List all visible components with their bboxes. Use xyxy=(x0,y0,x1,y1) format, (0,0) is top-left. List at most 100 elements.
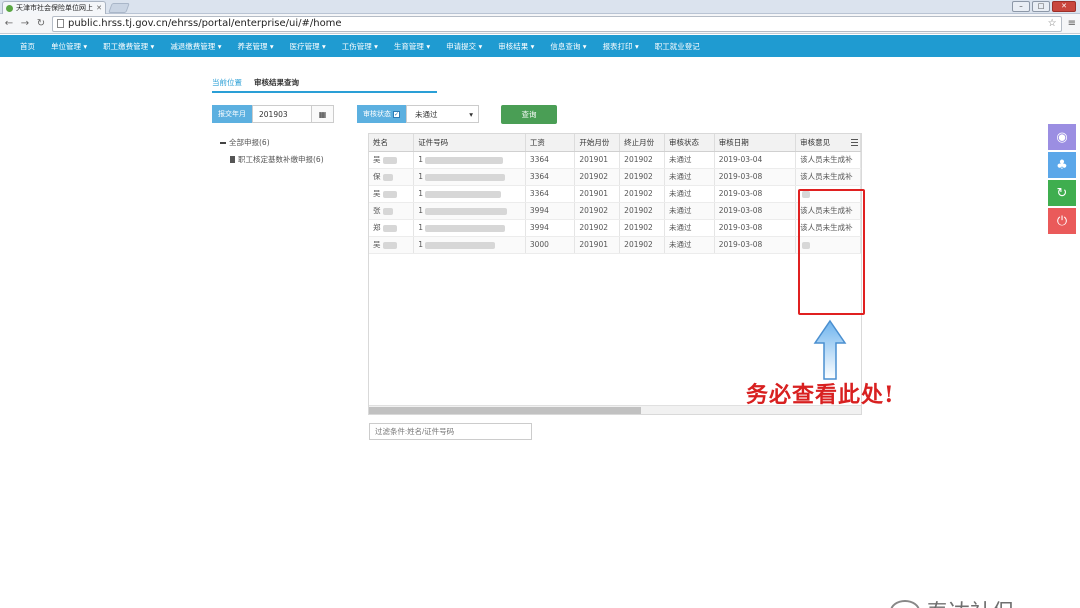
status-select[interactable]: 未通过 ▾ xyxy=(406,105,479,123)
col-status[interactable]: 审核状态 xyxy=(664,134,715,152)
nav-item-info-query[interactable]: 信息查询 ▾ xyxy=(542,41,594,52)
bookmark-star-icon[interactable]: ☆ xyxy=(1048,18,1057,29)
nav-item-employment[interactable]: 职工就业登记 xyxy=(647,41,708,52)
table-row[interactable]: 张 1 3994 201902 201902 未通过 2019-03-08 该人… xyxy=(369,202,861,220)
redaction xyxy=(424,173,505,181)
cell-date: 2019-03-08 xyxy=(714,202,797,220)
address-bar[interactable]: public.hrss.tj.gov.cn/ehrss/portal/enter… xyxy=(52,15,1062,32)
breadcrumb: 当前位置 审核结果查询 xyxy=(212,77,437,93)
cell-wage: 3994 xyxy=(525,202,576,220)
status-filter: 审核状态 ✓ 未通过 ▾ xyxy=(357,105,479,123)
collapse-icon[interactable] xyxy=(220,141,226,144)
nav-item-report-print[interactable]: 报表打印 ▾ xyxy=(595,41,647,52)
cell-start: 201902 xyxy=(574,168,621,186)
cell-name-text: 张 xyxy=(373,206,381,215)
tree-root[interactable]: 全部申报(6) xyxy=(220,137,324,148)
tree-child[interactable]: 职工核定基数补缴申报(6) xyxy=(230,154,324,165)
table-row[interactable]: 吴 1 3364 201901 201902 未通过 2019-03-08 xyxy=(369,185,861,203)
cell-status: 未通过 xyxy=(664,219,715,237)
cell-end: 201902 xyxy=(619,151,665,169)
cell-id: 1 xyxy=(413,219,526,237)
col-id[interactable]: 证件号码 xyxy=(413,134,526,152)
redaction xyxy=(424,224,505,232)
nav-item-home[interactable]: 首页 xyxy=(12,41,43,52)
col-date[interactable]: 审核日期 xyxy=(714,134,797,152)
cell-name: 张 xyxy=(369,202,415,220)
reload-icon[interactable]: ↻ xyxy=(36,18,46,29)
eye-icon[interactable]: ◉ xyxy=(1048,124,1076,150)
nav-item-employee-payment[interactable]: 职工缴费管理 ▾ xyxy=(95,41,162,52)
breadcrumb-label[interactable]: 当前位置 xyxy=(212,77,242,88)
redaction xyxy=(382,207,393,215)
nav-item-medical[interactable]: 医疗管理 ▾ xyxy=(282,41,334,52)
cell-id-text: 1 xyxy=(418,206,423,215)
cell-date: 2019-03-08 xyxy=(714,168,797,186)
wechat-icon xyxy=(890,600,920,608)
table-row[interactable]: 吴 1 3364 201901 201902 未通过 2019-03-04 该人… xyxy=(369,151,861,169)
close-icon[interactable]: ✕ xyxy=(96,4,102,12)
table-row[interactable]: 吴 1 3000 201901 201902 未通过 2019-03-08 xyxy=(369,236,861,254)
cell-date: 2019-03-08 xyxy=(714,219,797,237)
power-icon[interactable]: ⏻ xyxy=(1048,208,1076,234)
maximize-button[interactable]: □ xyxy=(1032,1,1050,12)
col-wage[interactable]: 工资 xyxy=(525,134,576,152)
redaction xyxy=(802,190,811,198)
table-row[interactable]: 保 1 3364 201902 201902 未通过 2019-03-08 该人… xyxy=(369,168,861,186)
nav-item-submit[interactable]: 申请提交 ▾ xyxy=(438,41,490,52)
window-close-button[interactable]: ✕ xyxy=(1052,1,1076,12)
main-nav: 首页 单位管理 ▾ 职工缴费管理 ▾ 减退缴费管理 ▾ 养老管理 ▾ 医疗管理 … xyxy=(0,35,1080,57)
col-name[interactable]: 姓名 xyxy=(369,134,415,152)
table-row[interactable]: 郑 1 3994 201902 201902 未通过 2019-03-08 该人… xyxy=(369,219,861,237)
cell-status: 未通过 xyxy=(664,202,715,220)
cell-name: 吴 xyxy=(369,185,415,203)
period-label: 报交年月 xyxy=(212,105,252,123)
cell-name-text: 吴 xyxy=(373,240,381,249)
chevron-down-icon: ▾ xyxy=(469,109,473,119)
cell-status: 未通过 xyxy=(664,185,715,203)
side-toolbar: ◉ ♣ ↻ ⏻ xyxy=(1048,124,1076,234)
col-start[interactable]: 开始月份 xyxy=(574,134,621,152)
cell-id: 1 xyxy=(413,236,526,254)
menu-icon[interactable]: ≡ xyxy=(1068,18,1076,29)
scrollbar-thumb[interactable] xyxy=(369,407,641,414)
cell-start: 201902 xyxy=(574,219,621,237)
redaction xyxy=(382,173,393,181)
nav-item-reduce-payment[interactable]: 减退缴费管理 ▾ xyxy=(162,41,229,52)
browser-titlebar: 天津市社会保险单位网上 ✕ – □ ✕ xyxy=(0,0,1080,14)
cell-opinion: 该人员未生成补 xyxy=(795,151,861,169)
cell-start: 201901 xyxy=(574,151,621,169)
redaction xyxy=(424,156,503,164)
browser-tab[interactable]: 天津市社会保险单位网上 ✕ xyxy=(2,1,106,14)
status-checkbox[interactable]: ✓ xyxy=(393,110,400,118)
result-grid: 姓名 证件号码 工资 开始月份 终止月份 审核状态 审核日期 审核意见 吴 1 … xyxy=(368,133,862,415)
cell-end: 201902 xyxy=(619,202,665,220)
search-button[interactable]: 查询 xyxy=(501,105,557,124)
cell-id-text: 1 xyxy=(418,240,423,249)
nav-item-injury[interactable]: 工伤管理 ▾ xyxy=(334,41,386,52)
nav-item-maternity[interactable]: 生育管理 ▾ xyxy=(386,41,438,52)
cell-status: 未通过 xyxy=(664,151,715,169)
watermark: 泰达社保 xyxy=(890,595,1014,608)
column-menu-icon[interactable] xyxy=(851,139,858,146)
grid-filter-input[interactable] xyxy=(369,423,532,440)
nav-item-review-result[interactable]: 审核结果 ▾ xyxy=(490,41,542,52)
tree-root-label: 全部申报(6) xyxy=(229,138,270,147)
period-input[interactable]: 201903 xyxy=(252,105,312,123)
cell-opinion: 该人员未生成补 xyxy=(795,219,861,237)
new-tab-button[interactable] xyxy=(108,3,130,13)
col-end[interactable]: 终止月份 xyxy=(619,134,665,152)
cell-id: 1 xyxy=(413,202,526,220)
nav-item-pension[interactable]: 养老管理 ▾ xyxy=(229,41,281,52)
nav-item-unit[interactable]: 单位管理 ▾ xyxy=(43,41,95,52)
tree-icon[interactable]: ♣ xyxy=(1048,152,1076,178)
back-icon[interactable]: ← xyxy=(4,18,14,29)
forward-icon[interactable]: → xyxy=(20,18,30,29)
redaction xyxy=(382,190,397,198)
redaction xyxy=(382,156,397,164)
minimize-button[interactable]: – xyxy=(1012,1,1030,12)
calendar-icon[interactable]: ▦ xyxy=(312,105,334,123)
cell-end: 201902 xyxy=(619,219,665,237)
cell-name-text: 吴 xyxy=(373,155,381,164)
refresh-icon[interactable]: ↻ xyxy=(1048,180,1076,206)
status-select-value: 未通过 xyxy=(415,109,438,119)
